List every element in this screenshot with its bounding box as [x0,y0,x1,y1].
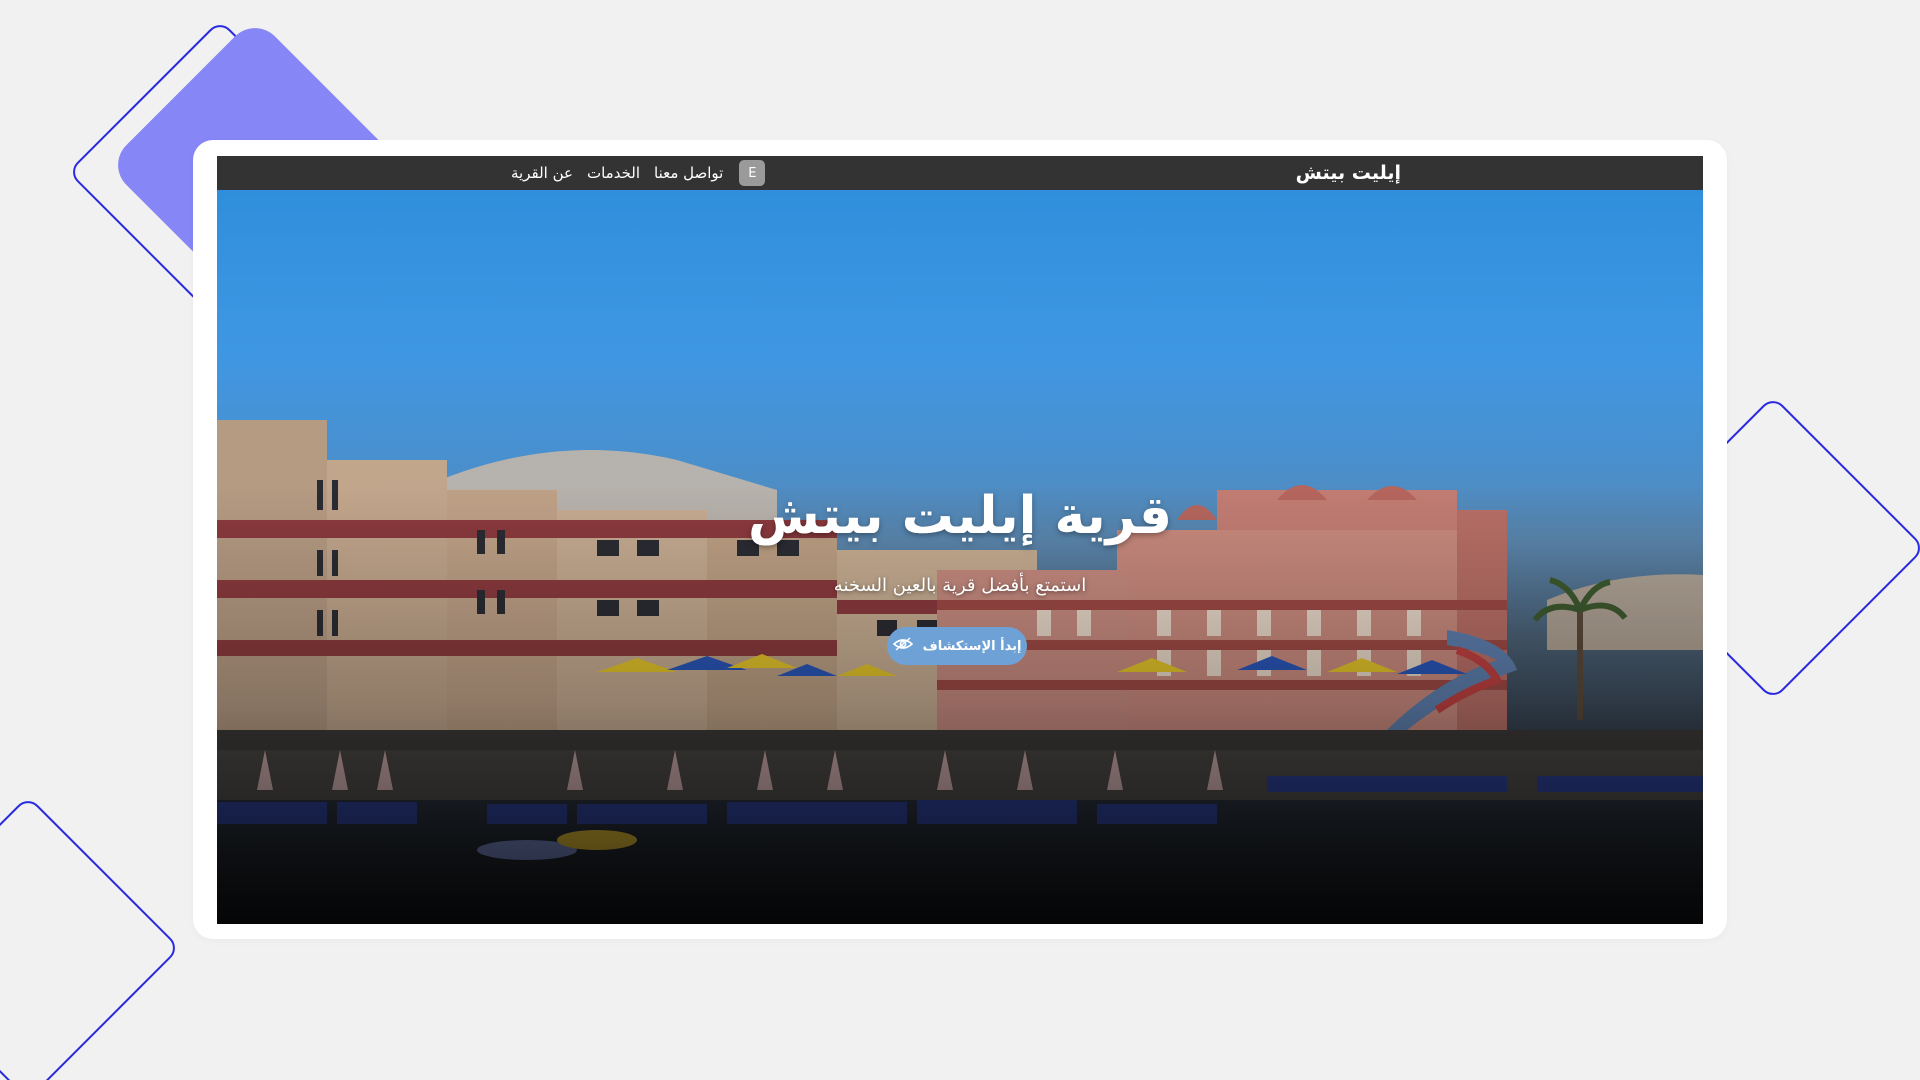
hero-section: قرية إيليت بيتش استمتع بأفضل قرية بالعين… [217,190,1703,924]
presentation-stage: إيليت بيتش عن القرية الخدمات تواصل معنا … [0,0,1920,1080]
nav-link-about[interactable]: عن القرية [511,164,573,182]
eye-icon [892,636,913,656]
decorative-outline-diamond [0,795,181,1080]
language-toggle-button[interactable]: E [739,160,766,186]
nav-link-contact[interactable]: تواصل معنا [654,164,723,182]
nav-link-services[interactable]: الخدمات [587,164,640,182]
hero-content: قرية إيليت بيتش استمتع بأفضل قرية بالعين… [217,190,1703,924]
cta-label: إبدأ الإستكشاف [922,638,1022,654]
brand-logo[interactable]: إيليت بيتش [1296,162,1401,184]
navbar: إيليت بيتش عن القرية الخدمات تواصل معنا … [217,156,1703,190]
nav-links: عن القرية الخدمات تواصل معنا E [511,156,766,190]
hero-title: قرية إيليت بيتش [748,486,1172,546]
website-viewport: إيليت بيتش عن القرية الخدمات تواصل معنا … [217,156,1703,924]
hero-subtitle: استمتع بأفضل قرية بالعين السخنه [833,575,1087,596]
start-exploring-button[interactable]: إبدأ الإستكشاف [887,627,1027,665]
